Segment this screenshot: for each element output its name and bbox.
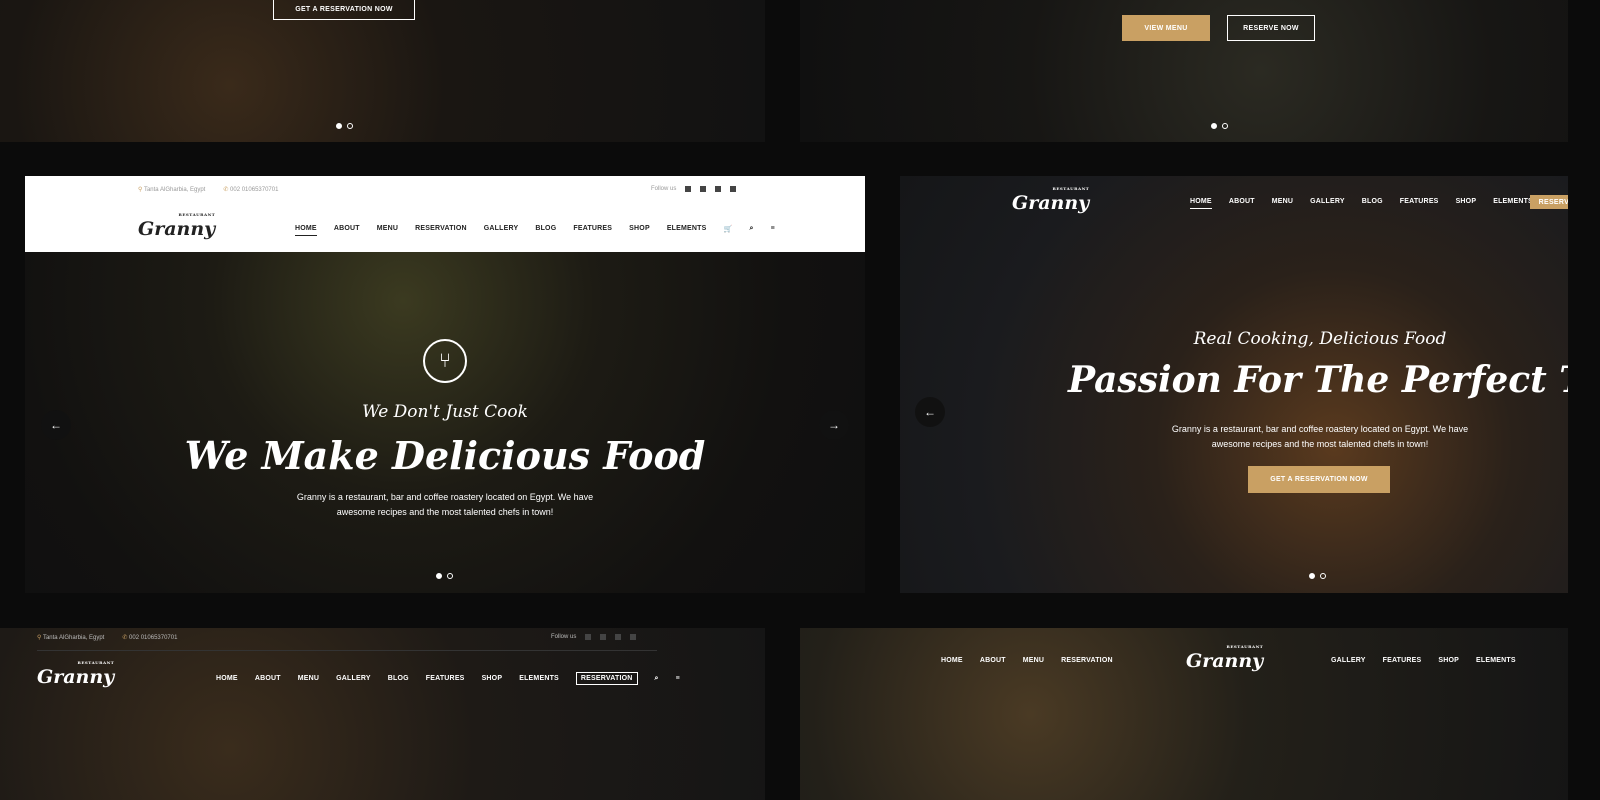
slider-dot[interactable]	[1309, 573, 1315, 579]
nav-blog[interactable]: BLOG	[535, 225, 556, 236]
nav-gallery[interactable]: GALLERY	[1310, 198, 1345, 209]
menu-icon[interactable]: ≡	[676, 675, 680, 682]
logo[interactable]: Granny RESTAURANT	[138, 212, 215, 240]
hero-subtitle: Real Cooking, Delicious Food	[1193, 329, 1447, 349]
reservation-cta-button[interactable]: GET A RESERVATION NOW	[1248, 466, 1390, 493]
hero-subtitle: We Don't Just Cook	[362, 402, 528, 422]
hero-text: Granny is a restaurant, bar and coffee r…	[296, 492, 594, 517]
twitter-icon[interactable]	[700, 186, 707, 192]
hero-title: Passion For The Perfect Taste	[1068, 359, 1568, 401]
preview-bottom-left: ⚲ Tanta AlGharbia, Egypt ✆ 002 0106537070…	[0, 628, 765, 800]
nav-home[interactable]: HOME	[295, 225, 317, 236]
nav-about[interactable]: ABOUT	[255, 675, 281, 682]
slider-dot[interactable]	[1211, 123, 1217, 129]
header: ⚲ Tanta AlGharbia, Egypt ✆ 002 0106537070…	[25, 176, 865, 252]
nav-menu[interactable]: MENU	[1023, 657, 1044, 664]
reserve-now-button[interactable]: RESERVE NOW	[1227, 15, 1315, 41]
nav-shop[interactable]: SHOP	[482, 675, 503, 682]
nav-elements[interactable]: ELEMENTS	[1476, 657, 1516, 664]
preview-mid-right: Granny RESTAURANT HOME ABOUT MENU GALLERY BLO…	[900, 176, 1568, 593]
tripadvisor-icon[interactable]	[630, 634, 637, 640]
address: ⚲ Tanta AlGharbia, Egypt	[138, 187, 206, 193]
cart-icon[interactable]: 🛒	[724, 225, 733, 236]
facebook-icon[interactable]	[685, 186, 692, 192]
nav-gallery[interactable]: GALLERY	[484, 225, 519, 236]
nav-gallery[interactable]: GALLERY	[336, 675, 371, 682]
slider-dot[interactable]	[1222, 123, 1228, 129]
nav-menu[interactable]: MENU	[298, 675, 319, 682]
search-icon[interactable]: ⌕	[655, 675, 659, 683]
nav-reservation[interactable]: RESERVATION	[415, 225, 467, 236]
nav-home[interactable]: HOME	[216, 675, 238, 682]
main-nav: HOME ABOUT MENU GALLERY BLOG FEATURES SHOP ELEM…	[216, 672, 697, 685]
logo[interactable]: Granny RESTAURANT	[37, 660, 114, 688]
facebook-icon[interactable]	[585, 634, 592, 640]
nav-elements[interactable]: ELEMENTS	[667, 225, 707, 236]
instagram-icon[interactable]	[615, 634, 622, 640]
nav-home[interactable]: HOME	[941, 657, 963, 664]
phone: ✆ 002 01065370701	[223, 187, 279, 193]
nav-left: HOME ABOUT MENU RESERVATION	[941, 657, 1130, 664]
nav-features[interactable]: FEATURES	[426, 675, 465, 682]
reservation-button[interactable]: RESERVATION	[575, 672, 638, 685]
preview-top-left: GET A RESERVATION NOW	[0, 0, 765, 142]
nav-features[interactable]: FEATURES	[573, 225, 612, 236]
nav-reservation[interactable]: RESERVATION	[1061, 657, 1113, 664]
prev-arrow-icon[interactable]: ←	[41, 410, 71, 440]
slider-dot[interactable]	[336, 123, 342, 129]
location-icon: ⚲	[37, 635, 42, 641]
nav-about[interactable]: ABOUT	[1229, 198, 1255, 209]
slider-dots[interactable]	[436, 573, 453, 579]
instagram-icon[interactable]	[715, 186, 722, 192]
preview-mid-left: ⚲ Tanta AlGharbia, Egypt ✆ 002 0106537070…	[25, 176, 865, 593]
tripadvisor-icon[interactable]	[730, 186, 737, 192]
nav-shop[interactable]: SHOP	[629, 225, 650, 236]
nav-blog[interactable]: BLOG	[388, 675, 409, 682]
nav-right: GALLERY FEATURES SHOP ELEMENTS	[1331, 657, 1533, 664]
hero-title: We Make Delicious Food	[184, 433, 706, 478]
nav-menu[interactable]: MENU	[1272, 198, 1293, 209]
slider-dot[interactable]	[1320, 573, 1326, 579]
fork-icon: ⑂	[423, 339, 467, 383]
follow-label: Follow us	[651, 186, 677, 192]
slider-dots[interactable]	[336, 123, 353, 129]
nav-shop[interactable]: SHOP	[1438, 657, 1459, 664]
nav-elements[interactable]: ELEMENTS	[519, 675, 559, 682]
hero-text: Granny is a restaurant, bar and coffee r…	[1171, 424, 1469, 449]
nav-menu[interactable]: MENU	[377, 225, 398, 236]
slider-dot[interactable]	[436, 573, 442, 579]
phone-icon: ✆	[122, 635, 128, 641]
slider-dots[interactable]	[1211, 123, 1228, 129]
prev-arrow-icon[interactable]: ←	[915, 397, 945, 427]
nav-features[interactable]: FEATURES	[1400, 198, 1439, 209]
twitter-icon[interactable]	[600, 634, 607, 640]
nav-home[interactable]: HOME	[1190, 198, 1212, 209]
slider-dot[interactable]	[347, 123, 353, 129]
slider-dots[interactable]	[1309, 573, 1326, 579]
logo[interactable]: Granny RESTAURANT	[1186, 644, 1263, 672]
nav-about[interactable]: ABOUT	[980, 657, 1006, 664]
preview-bottom-right: HOME ABOUT MENU RESERVATION Granny RESTAURAN…	[800, 628, 1568, 800]
reservation-button[interactable]: GET A RESERVATION NOW	[273, 0, 415, 20]
nav-about[interactable]: ABOUT	[334, 225, 360, 236]
nav-features[interactable]: FEATURES	[1383, 657, 1422, 664]
main-nav: HOME ABOUT MENU GALLERY BLOG FEATURES SHOP ELEM…	[1190, 198, 1550, 209]
next-arrow-icon[interactable]: →	[819, 410, 849, 440]
main-nav: HOME ABOUT MENU RESERVATION GALLERY BLOG FEATU…	[295, 225, 792, 236]
nav-shop[interactable]: SHOP	[1456, 198, 1477, 209]
view-menu-button[interactable]: VIEW MENU	[1122, 15, 1210, 41]
slider-dot[interactable]	[447, 573, 453, 579]
nav-elements[interactable]: ELEMENTS	[1493, 198, 1533, 209]
nav-gallery[interactable]: GALLERY	[1331, 657, 1366, 664]
location-icon: ⚲	[138, 187, 143, 193]
preview-top-right: VIEW MENU RESERVE NOW	[800, 0, 1568, 142]
phone-icon: ✆	[223, 187, 229, 193]
reservation-button[interactable]: RESERVATION	[1530, 195, 1568, 209]
menu-icon[interactable]: ≡	[771, 225, 775, 236]
search-icon[interactable]: ⌕	[749, 225, 753, 236]
nav-blog[interactable]: BLOG	[1362, 198, 1383, 209]
divider	[37, 650, 657, 651]
logo[interactable]: Granny RESTAURANT	[1012, 186, 1089, 214]
